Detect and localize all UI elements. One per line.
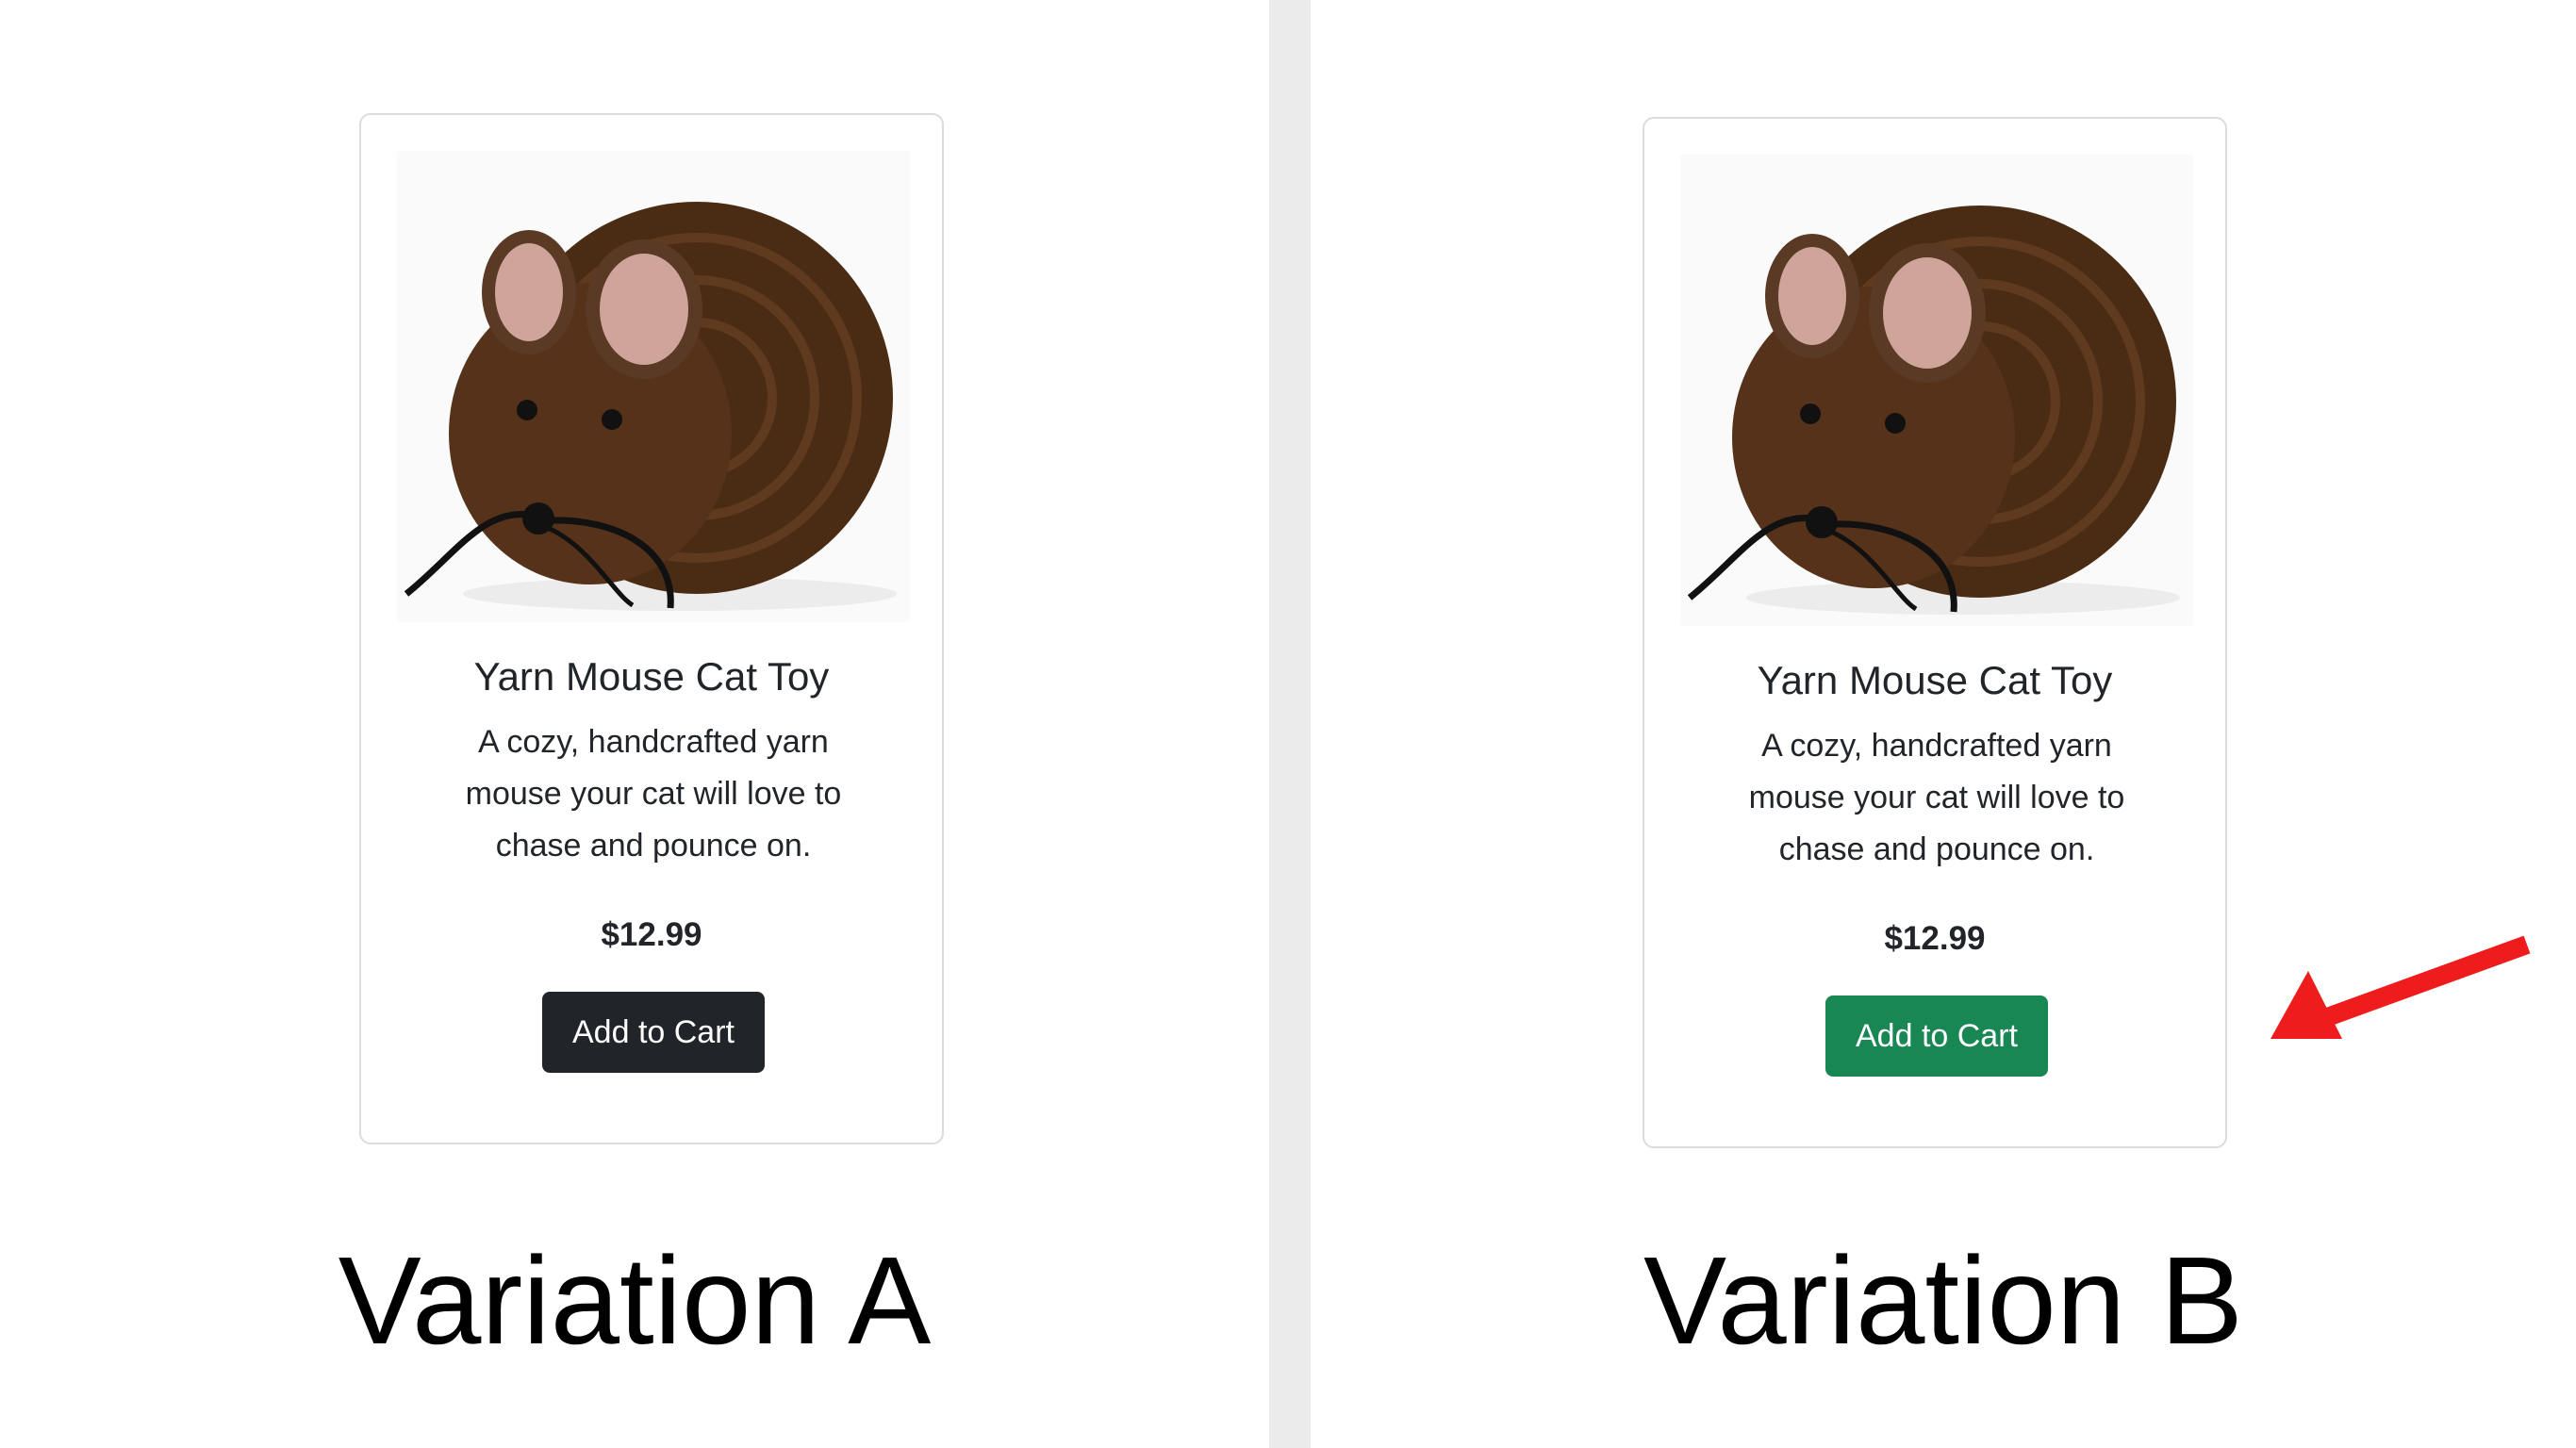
add-to-cart-button[interactable]: Add to Cart bbox=[1825, 996, 2048, 1077]
red-arrow-icon bbox=[2271, 935, 2531, 1039]
variation-label: Variation B bbox=[1643, 1231, 2243, 1370]
add-to-cart-button[interactable]: Add to Cart bbox=[542, 992, 765, 1073]
variation-b-panel: Yarn Mouse Cat Toy A cozy, handcrafted y… bbox=[1311, 0, 2576, 1448]
product-title: Yarn Mouse Cat Toy bbox=[473, 654, 830, 699]
product-description: A cozy, handcrafted yarn mouse your cat … bbox=[465, 724, 842, 864]
product-image bbox=[397, 151, 910, 622]
product-title: Yarn Mouse Cat Toy bbox=[1757, 658, 2113, 702]
product-price: $12.99 bbox=[1884, 920, 1986, 957]
yarn-mouse-image bbox=[404, 202, 897, 611]
variation-label: Variation A bbox=[338, 1231, 932, 1370]
product-image bbox=[1680, 155, 2193, 626]
product-price: $12.99 bbox=[601, 916, 702, 953]
product-card: Yarn Mouse Cat Toy A cozy, handcrafted y… bbox=[359, 113, 944, 1144]
product-description: A cozy, handcrafted yarn mouse your cat … bbox=[1748, 728, 2125, 867]
product-card: Yarn Mouse Cat Toy A cozy, handcrafted y… bbox=[1643, 117, 2227, 1148]
variation-a-panel: Yarn Mouse Cat Toy A cozy, handcrafted y… bbox=[0, 0, 1269, 1448]
panel-divider bbox=[1269, 0, 1311, 1448]
yarn-mouse-image bbox=[1687, 206, 2180, 615]
